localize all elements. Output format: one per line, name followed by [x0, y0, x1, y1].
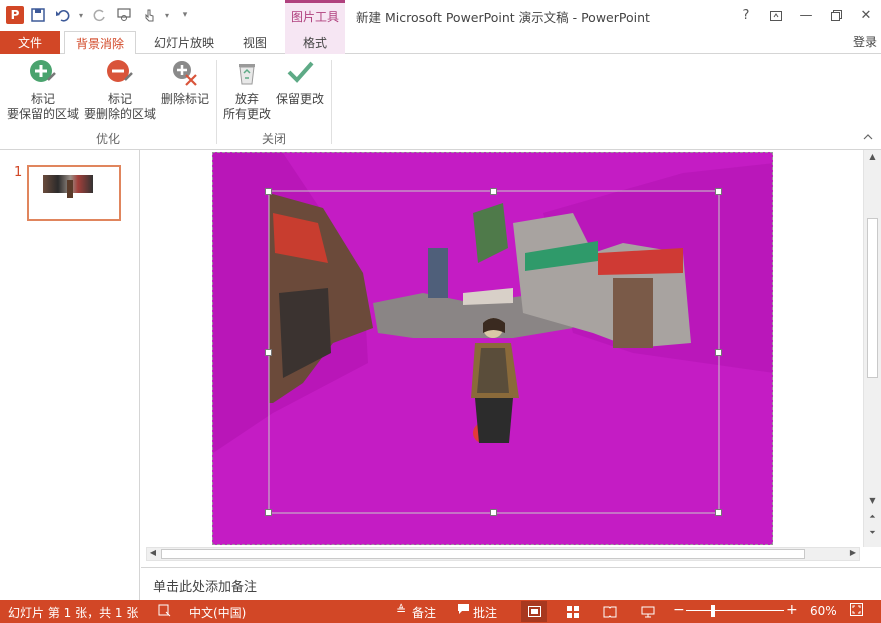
resize-handle-right[interactable]	[715, 349, 722, 356]
normal-view-icon[interactable]	[521, 601, 547, 622]
keep-changes-button[interactable]: 保留更改	[274, 58, 326, 107]
collapse-ribbon-icon[interactable]	[863, 132, 873, 143]
background-removal-picture[interactable]	[213, 153, 773, 545]
ribbon-tabs: 文件 背景消除 幻灯片放映 视图 格式 登录	[0, 31, 881, 55]
resize-handle-top[interactable]	[490, 188, 497, 195]
discard-line2: 所有更改	[222, 107, 271, 121]
zoom-level[interactable]: 60%	[810, 604, 837, 618]
resize-handle-bottom-left[interactable]	[265, 509, 272, 516]
mark-remove-button[interactable]: 标记 要删除的区域	[82, 58, 158, 122]
tab-view[interactable]: 视图	[230, 31, 280, 54]
previous-slide-icon[interactable]: ⏶	[865, 512, 880, 522]
notes-pane[interactable]: 单击此处添加备注	[141, 567, 881, 600]
resize-handle-left[interactable]	[265, 349, 272, 356]
scroll-up-icon[interactable]: ▲	[865, 152, 880, 161]
mark-keep-line2: 要保留的区域	[6, 107, 79, 121]
resize-handle-bottom[interactable]	[490, 509, 497, 516]
redo-icon[interactable]	[88, 5, 110, 25]
group-separator	[331, 60, 332, 144]
horizontal-scrollbar[interactable]: ◀ ▶	[146, 547, 860, 561]
slide-number: 1	[14, 165, 23, 180]
scroll-left-icon[interactable]: ◀	[147, 548, 159, 560]
restore-icon[interactable]	[821, 0, 851, 31]
horizontal-scroll-thumb[interactable]	[161, 549, 805, 559]
slide-thumbnails-pane: 1	[0, 150, 140, 600]
picture-tools-context-header: 图片工具	[285, 0, 345, 31]
customize-icon[interactable]: ▾	[174, 5, 196, 25]
zoom-slider-thumb[interactable]	[711, 605, 716, 617]
minimize-icon[interactable]: —	[791, 0, 821, 31]
slide-canvas[interactable]	[212, 152, 773, 545]
mark-remove-line2: 要删除的区域	[83, 107, 156, 121]
delete-mark-icon	[173, 61, 197, 86]
tab-slideshow[interactable]: 幻灯片放映	[145, 31, 223, 54]
mark-keep-line1: 标记	[30, 92, 55, 106]
undo-icon[interactable]	[52, 5, 74, 25]
tab-background-removal[interactable]: 背景消除	[64, 31, 136, 55]
delete-mark-label: 删除标记	[160, 92, 209, 106]
help-icon[interactable]: ?	[731, 0, 761, 31]
zoom-in-icon[interactable]: +	[786, 602, 798, 618]
resize-handle-bottom-right[interactable]	[715, 509, 722, 516]
slide-sorter-view-icon[interactable]	[560, 601, 586, 622]
vertical-scrollbar[interactable]: ▲ ▼ ⏶ ⏷	[863, 150, 881, 547]
group-refine-label: 优化	[96, 132, 121, 146]
next-slide-icon[interactable]: ⏷	[865, 528, 880, 538]
reading-view-icon[interactable]	[597, 601, 623, 622]
discard-line1: 放弃	[234, 92, 259, 106]
slideshow-view-icon[interactable]	[635, 601, 661, 622]
presentation-icon[interactable]	[113, 5, 135, 25]
touch-dropdown-icon[interactable]: ▾	[163, 5, 171, 25]
discard-changes-button[interactable]: 放弃 所有更改	[220, 58, 274, 122]
comments-icon[interactable]	[455, 603, 471, 619]
thumbnail-person	[67, 180, 73, 198]
language-status[interactable]: 中文(中国)	[189, 604, 246, 621]
mark-remove-line1: 标记	[107, 92, 132, 106]
fit-to-window-icon[interactable]	[848, 603, 864, 619]
zoom-out-icon[interactable]: −	[673, 602, 685, 618]
notes-toggle[interactable]: 备注	[412, 604, 436, 621]
delete-mark-button[interactable]: 删除标记	[158, 58, 212, 107]
notes-icon[interactable]: ≜	[393, 603, 409, 619]
tab-format[interactable]: 格式	[285, 31, 345, 54]
thumbnail-image	[37, 172, 111, 214]
mark-keep-button[interactable]: 标记 要保留的区域	[4, 58, 82, 122]
signin-link[interactable]: 登录	[853, 33, 877, 50]
notes-placeholder: 单击此处添加备注	[153, 580, 258, 595]
group-separator	[216, 60, 217, 144]
ribbon-display-icon[interactable]	[761, 0, 791, 31]
window-controls: ? — ✕	[731, 0, 881, 31]
spellcheck-icon[interactable]	[156, 603, 172, 619]
powerpoint-window: P ▾ ▾ ▾ 图片工具 新建 Microsoft PowerPoint 演示文…	[0, 0, 881, 623]
slide-thumbnail[interactable]	[27, 165, 121, 221]
quick-access-toolbar: P ▾ ▾ ▾	[6, 5, 196, 25]
resize-handle-top-right[interactable]	[715, 188, 722, 195]
window-title: 新建 Microsoft PowerPoint 演示文稿 - PowerPoin…	[356, 10, 650, 25]
powerpoint-logo-icon: P	[6, 6, 24, 24]
slide-editor: ▲ ▼ ⏶ ⏷ ◀ ▶	[141, 150, 881, 567]
title-bar: P ▾ ▾ ▾ 图片工具 新建 Microsoft PowerPoint 演示文…	[0, 0, 881, 31]
status-bar: 幻灯片 第 1 张，共 1 张 中文(中国) ≜ 备注 批注 − + 60%	[0, 600, 881, 623]
slide-count-status[interactable]: 幻灯片 第 1 张，共 1 张	[8, 604, 138, 621]
close-icon[interactable]: ✕	[851, 0, 881, 31]
tab-file[interactable]: 文件	[0, 31, 60, 54]
scroll-right-icon[interactable]: ▶	[847, 548, 859, 560]
minus-pencil-icon	[107, 60, 133, 82]
group-close-label: 关闭	[262, 132, 287, 146]
scroll-down-icon[interactable]: ▼	[865, 496, 880, 505]
vertical-scroll-thumb[interactable]	[867, 218, 878, 378]
touch-mode-icon[interactable]	[138, 5, 160, 25]
checkmark-icon	[287, 61, 314, 83]
undo-dropdown-icon[interactable]: ▾	[77, 5, 85, 25]
save-icon[interactable]	[27, 5, 49, 25]
ribbon: 标记 要保留的区域 标记 要删除的区域 删除标记 优化 放弃 所有更改 保留更改…	[0, 54, 881, 150]
plus-pencil-icon	[30, 60, 56, 82]
resize-handle-top-left[interactable]	[265, 188, 272, 195]
comments-toggle[interactable]: 批注	[473, 604, 497, 621]
recycle-bin-icon	[239, 64, 255, 85]
zoom-slider[interactable]	[686, 610, 784, 611]
keep-changes-label: 保留更改	[275, 92, 324, 106]
